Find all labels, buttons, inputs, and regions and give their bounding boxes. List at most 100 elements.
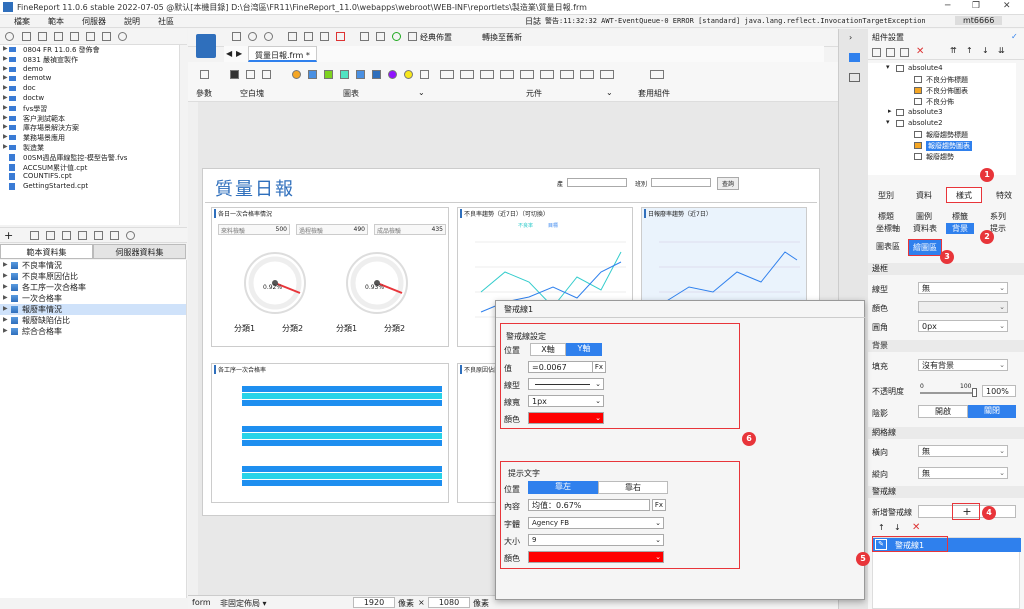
width-input[interactable]: 1920 [353, 597, 395, 608]
expand-arrow-icon[interactable]: ▶ [3, 94, 8, 101]
pie-chart-icon[interactable] [292, 70, 301, 79]
alert-delete-icon[interactable]: ✕ [912, 522, 920, 533]
file-tree-item[interactable]: ▶ doctw [0, 94, 179, 104]
expand-arrow-icon[interactable]: ▶ [3, 74, 8, 81]
more-chart-icon[interactable] [420, 70, 429, 79]
file-tree-item[interactable]: ▶ demotw [0, 74, 179, 84]
border-color-select[interactable]: ⌄ [918, 301, 1008, 313]
component-tree-item[interactable]: ▸ absolute3 [868, 107, 1016, 118]
widget-text-icon[interactable] [440, 70, 454, 79]
menu-template[interactable]: 範本 [48, 16, 64, 27]
check-icon[interactable] [392, 32, 401, 41]
delete-icon[interactable] [86, 32, 95, 41]
expand-arrow-icon[interactable]: ▶ [3, 327, 8, 334]
expand-arrow-icon[interactable]: ▶ [3, 261, 8, 268]
widget-combo-icon[interactable] [500, 70, 514, 79]
file-tree-item[interactable]: ▶ demo [0, 65, 179, 75]
tab-quality-daily[interactable]: 質量日報.frm * [248, 46, 317, 62]
vertical-select[interactable]: 無 ⌄ [918, 467, 1008, 479]
preview-icon[interactable] [62, 231, 71, 240]
filter-input[interactable] [567, 178, 627, 187]
panel-check-icon[interactable]: ✓ [1011, 32, 1018, 41]
widget-radio-icon[interactable] [580, 70, 594, 79]
subtab-series[interactable]: 系列 [990, 211, 1006, 222]
file-tree-item[interactable]: ▶ 製造業 [0, 143, 179, 153]
file-tree-item[interactable]: GettingStarted.cpt [0, 182, 179, 192]
tab-type[interactable]: 型別 [878, 190, 894, 201]
expand-arrow-icon[interactable]: ▶ [3, 294, 8, 301]
component-tree-item[interactable]: 不良分佈 [868, 96, 1016, 107]
doc-tab-next-icon[interactable]: ▶ [236, 49, 242, 58]
table-icon[interactable] [78, 231, 87, 240]
height-input[interactable]: 1080 [428, 597, 470, 608]
subtab-legend[interactable]: 圖例 [916, 211, 932, 222]
widget-number-icon[interactable] [460, 70, 474, 79]
component-settings-icon[interactable] [849, 53, 860, 62]
expand-arrow-icon[interactable]: ▶ [3, 84, 8, 91]
expand-arrow-icon[interactable]: ▶ [3, 305, 8, 312]
dataset-item[interactable]: ▶ 不良率情況 [0, 260, 186, 271]
widget-list-icon[interactable] [600, 70, 614, 79]
expand-arrow-icon[interactable]: ▶ [3, 316, 8, 323]
grid-icon[interactable] [94, 231, 103, 240]
paste-comp-icon[interactable] [900, 48, 909, 57]
delete-comp-icon[interactable]: ✕ [916, 46, 924, 57]
column-chart-icon[interactable] [356, 70, 365, 79]
gauge-chart-icon[interactable] [404, 70, 413, 79]
component-tree-item[interactable]: 報廢趨勢 [868, 151, 1016, 162]
close-icon[interactable]: ✕ [1003, 1, 1011, 11]
blank-block-2-icon[interactable] [246, 70, 255, 79]
preview-toolbar-icon[interactable] [376, 32, 385, 41]
section-gridline[interactable]: 網格線 [868, 427, 1024, 439]
subtab-axis[interactable]: 坐標軸 [876, 223, 900, 234]
paste-icon[interactable] [320, 32, 329, 41]
menu-community[interactable]: 社區 [158, 16, 174, 27]
move-up-icon[interactable]: ↑ [966, 46, 973, 55]
alert-down-icon[interactable]: ↓ [894, 523, 901, 532]
section-background[interactable]: 背景 [868, 340, 1024, 352]
new-folder-icon[interactable] [22, 32, 31, 41]
remove-icon[interactable] [336, 32, 345, 41]
dataset-item[interactable]: ▶ 一次合格率 [0, 293, 186, 304]
shadow-on-button[interactable]: 開啟 [918, 405, 968, 418]
delete-dataset-icon[interactable] [46, 231, 55, 240]
subtab-title[interactable]: 標題 [878, 211, 894, 222]
component-tree-item[interactable]: ▾ absolute2 [868, 118, 1016, 129]
card-process-pass-rate[interactable]: 各工序一次合格率 [211, 363, 449, 503]
opacity-slider[interactable] [920, 392, 976, 394]
maximize-icon[interactable]: ❐ [972, 1, 980, 11]
section-alertline[interactable]: 警戒線 [868, 486, 1024, 498]
cut-icon[interactable] [288, 32, 297, 41]
tab-effect[interactable]: 特效 [996, 190, 1012, 201]
lock-icon[interactable] [102, 32, 111, 41]
subtab-label[interactable]: 標籤 [952, 211, 968, 222]
file-tree-item[interactable]: ▶ 0804 FR 11.0.6 發佈會 [0, 45, 179, 55]
classic-layout-button[interactable]: 经典佈置 [420, 32, 452, 43]
widget-expand-icon[interactable]: ⌄ [606, 88, 613, 97]
component-tree-item[interactable]: 不良分佈圖表 [868, 85, 1016, 96]
edit-icon[interactable] [54, 32, 63, 41]
move-top-icon[interactable]: ⇈ [950, 46, 957, 55]
chart-expand-icon[interactable]: ⌄ [418, 88, 425, 97]
shadow-off-button[interactable]: 關閉 [968, 405, 1016, 418]
dataset-item[interactable]: ▶ 報廢率情況 [0, 304, 186, 315]
link-icon[interactable] [110, 231, 119, 240]
search-icon[interactable] [118, 32, 127, 41]
file-tree-item[interactable]: ACCSUM累计值.cpt [0, 163, 179, 173]
shift-input[interactable] [651, 178, 711, 187]
dataset-search-icon[interactable] [126, 231, 135, 240]
widget-check-icon[interactable] [560, 70, 574, 79]
alert-up-icon[interactable]: ↑ [878, 523, 885, 532]
move-down-icon[interactable]: ↓ [982, 46, 989, 55]
save-icon[interactable] [232, 32, 241, 41]
layout-select[interactable]: 非固定佈局 ▾ [220, 598, 267, 609]
tab-style[interactable]: 樣式 [946, 187, 982, 203]
subtab-plot-area[interactable]: 繪圖區 [908, 239, 942, 256]
file-tree-item[interactable]: ▶ 客户測試範本 [0, 114, 179, 124]
refresh-icon[interactable] [5, 32, 14, 41]
tree-toggle-icon[interactable]: ▾ [886, 118, 890, 126]
bar-chart-icon[interactable] [308, 70, 317, 79]
param-icon[interactable] [200, 70, 209, 79]
cut-comp-icon[interactable] [872, 48, 881, 57]
tree-toggle-icon[interactable]: ▾ [886, 63, 890, 71]
